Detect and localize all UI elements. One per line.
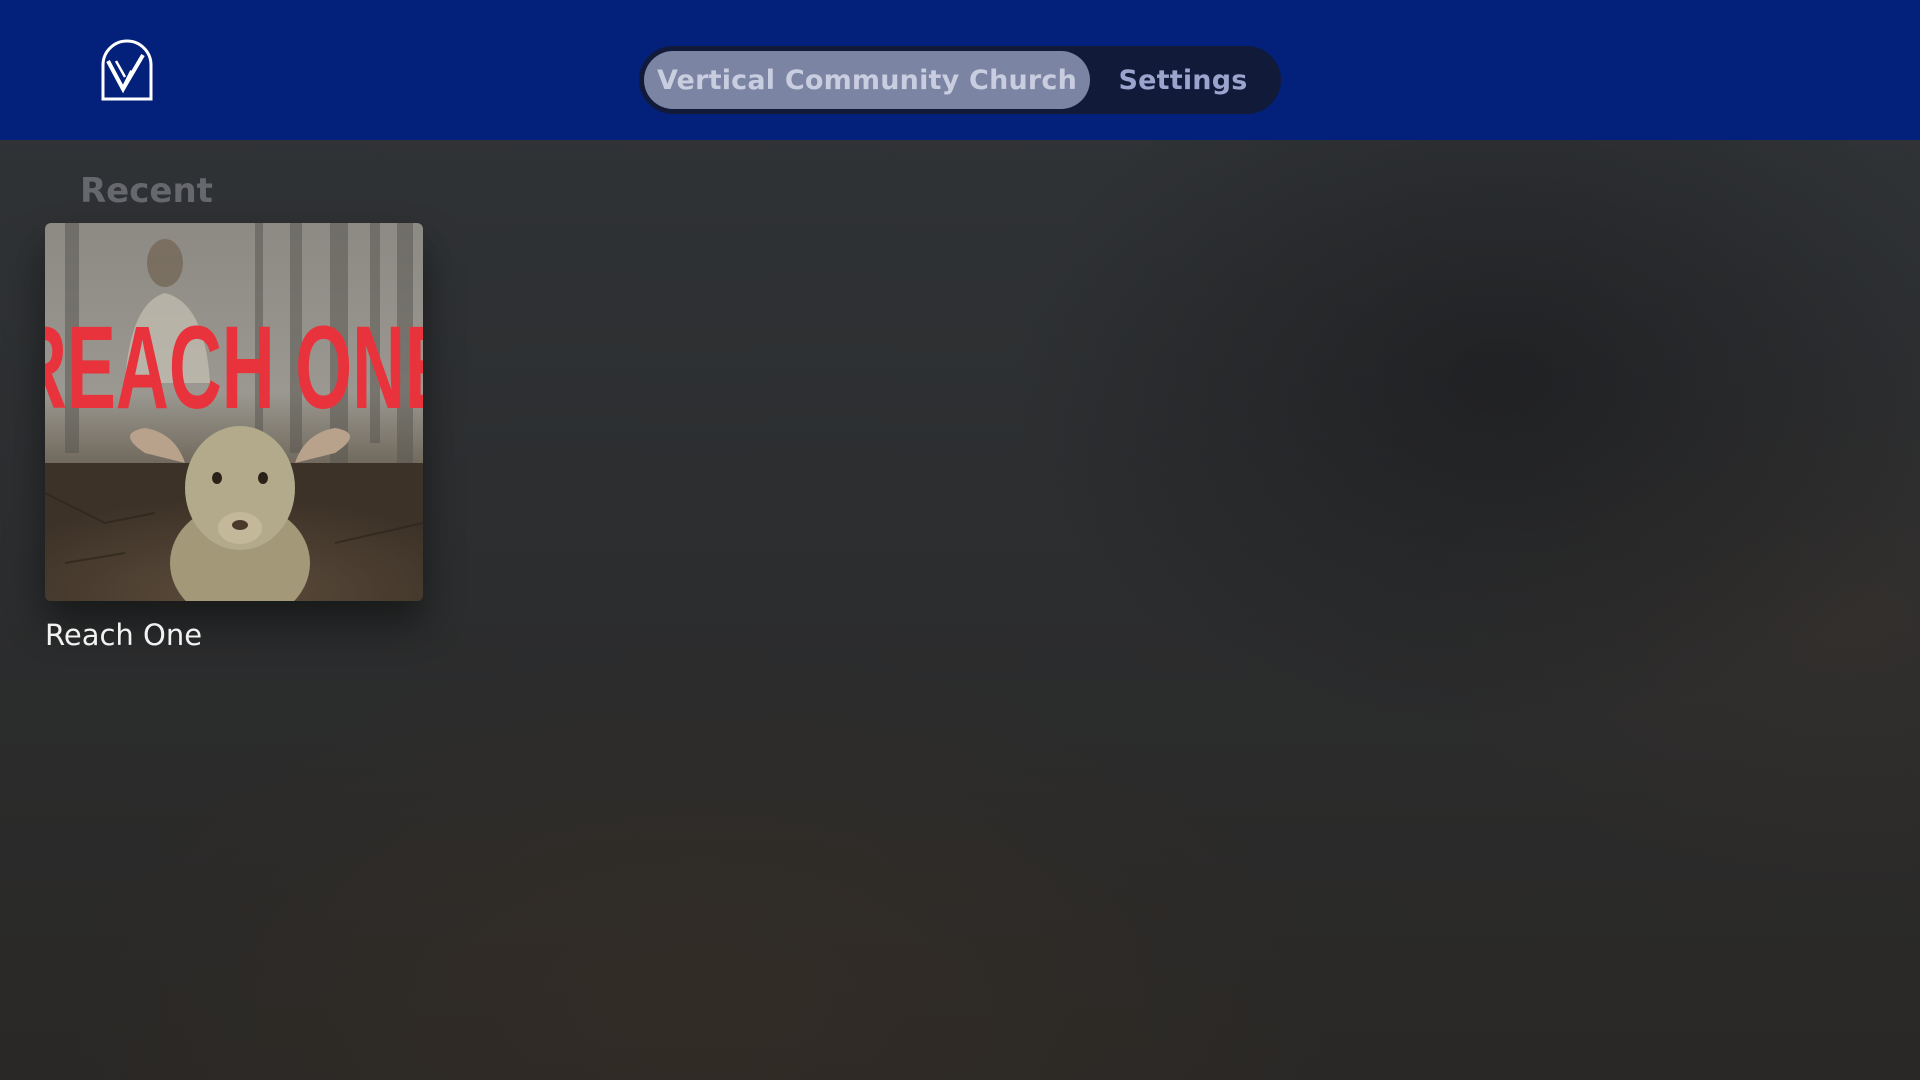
tab-bar: Vertical Community Church Settings xyxy=(639,46,1281,114)
tab-vertical-community-church[interactable]: Vertical Community Church xyxy=(644,51,1090,109)
section-title-recent: Recent xyxy=(80,171,213,211)
top-navigation-bar: Vertical Community Church Settings xyxy=(0,0,1920,140)
tab-settings[interactable]: Settings xyxy=(1090,51,1276,109)
media-card-reach-one[interactable]: REACH ONE xyxy=(45,223,423,601)
reach-one-artwork: REACH ONE xyxy=(45,223,423,601)
vertical-church-logo-icon xyxy=(99,39,155,101)
artwork-title-text: REACH ONE xyxy=(45,302,423,434)
media-card-title: Reach One xyxy=(45,618,203,652)
